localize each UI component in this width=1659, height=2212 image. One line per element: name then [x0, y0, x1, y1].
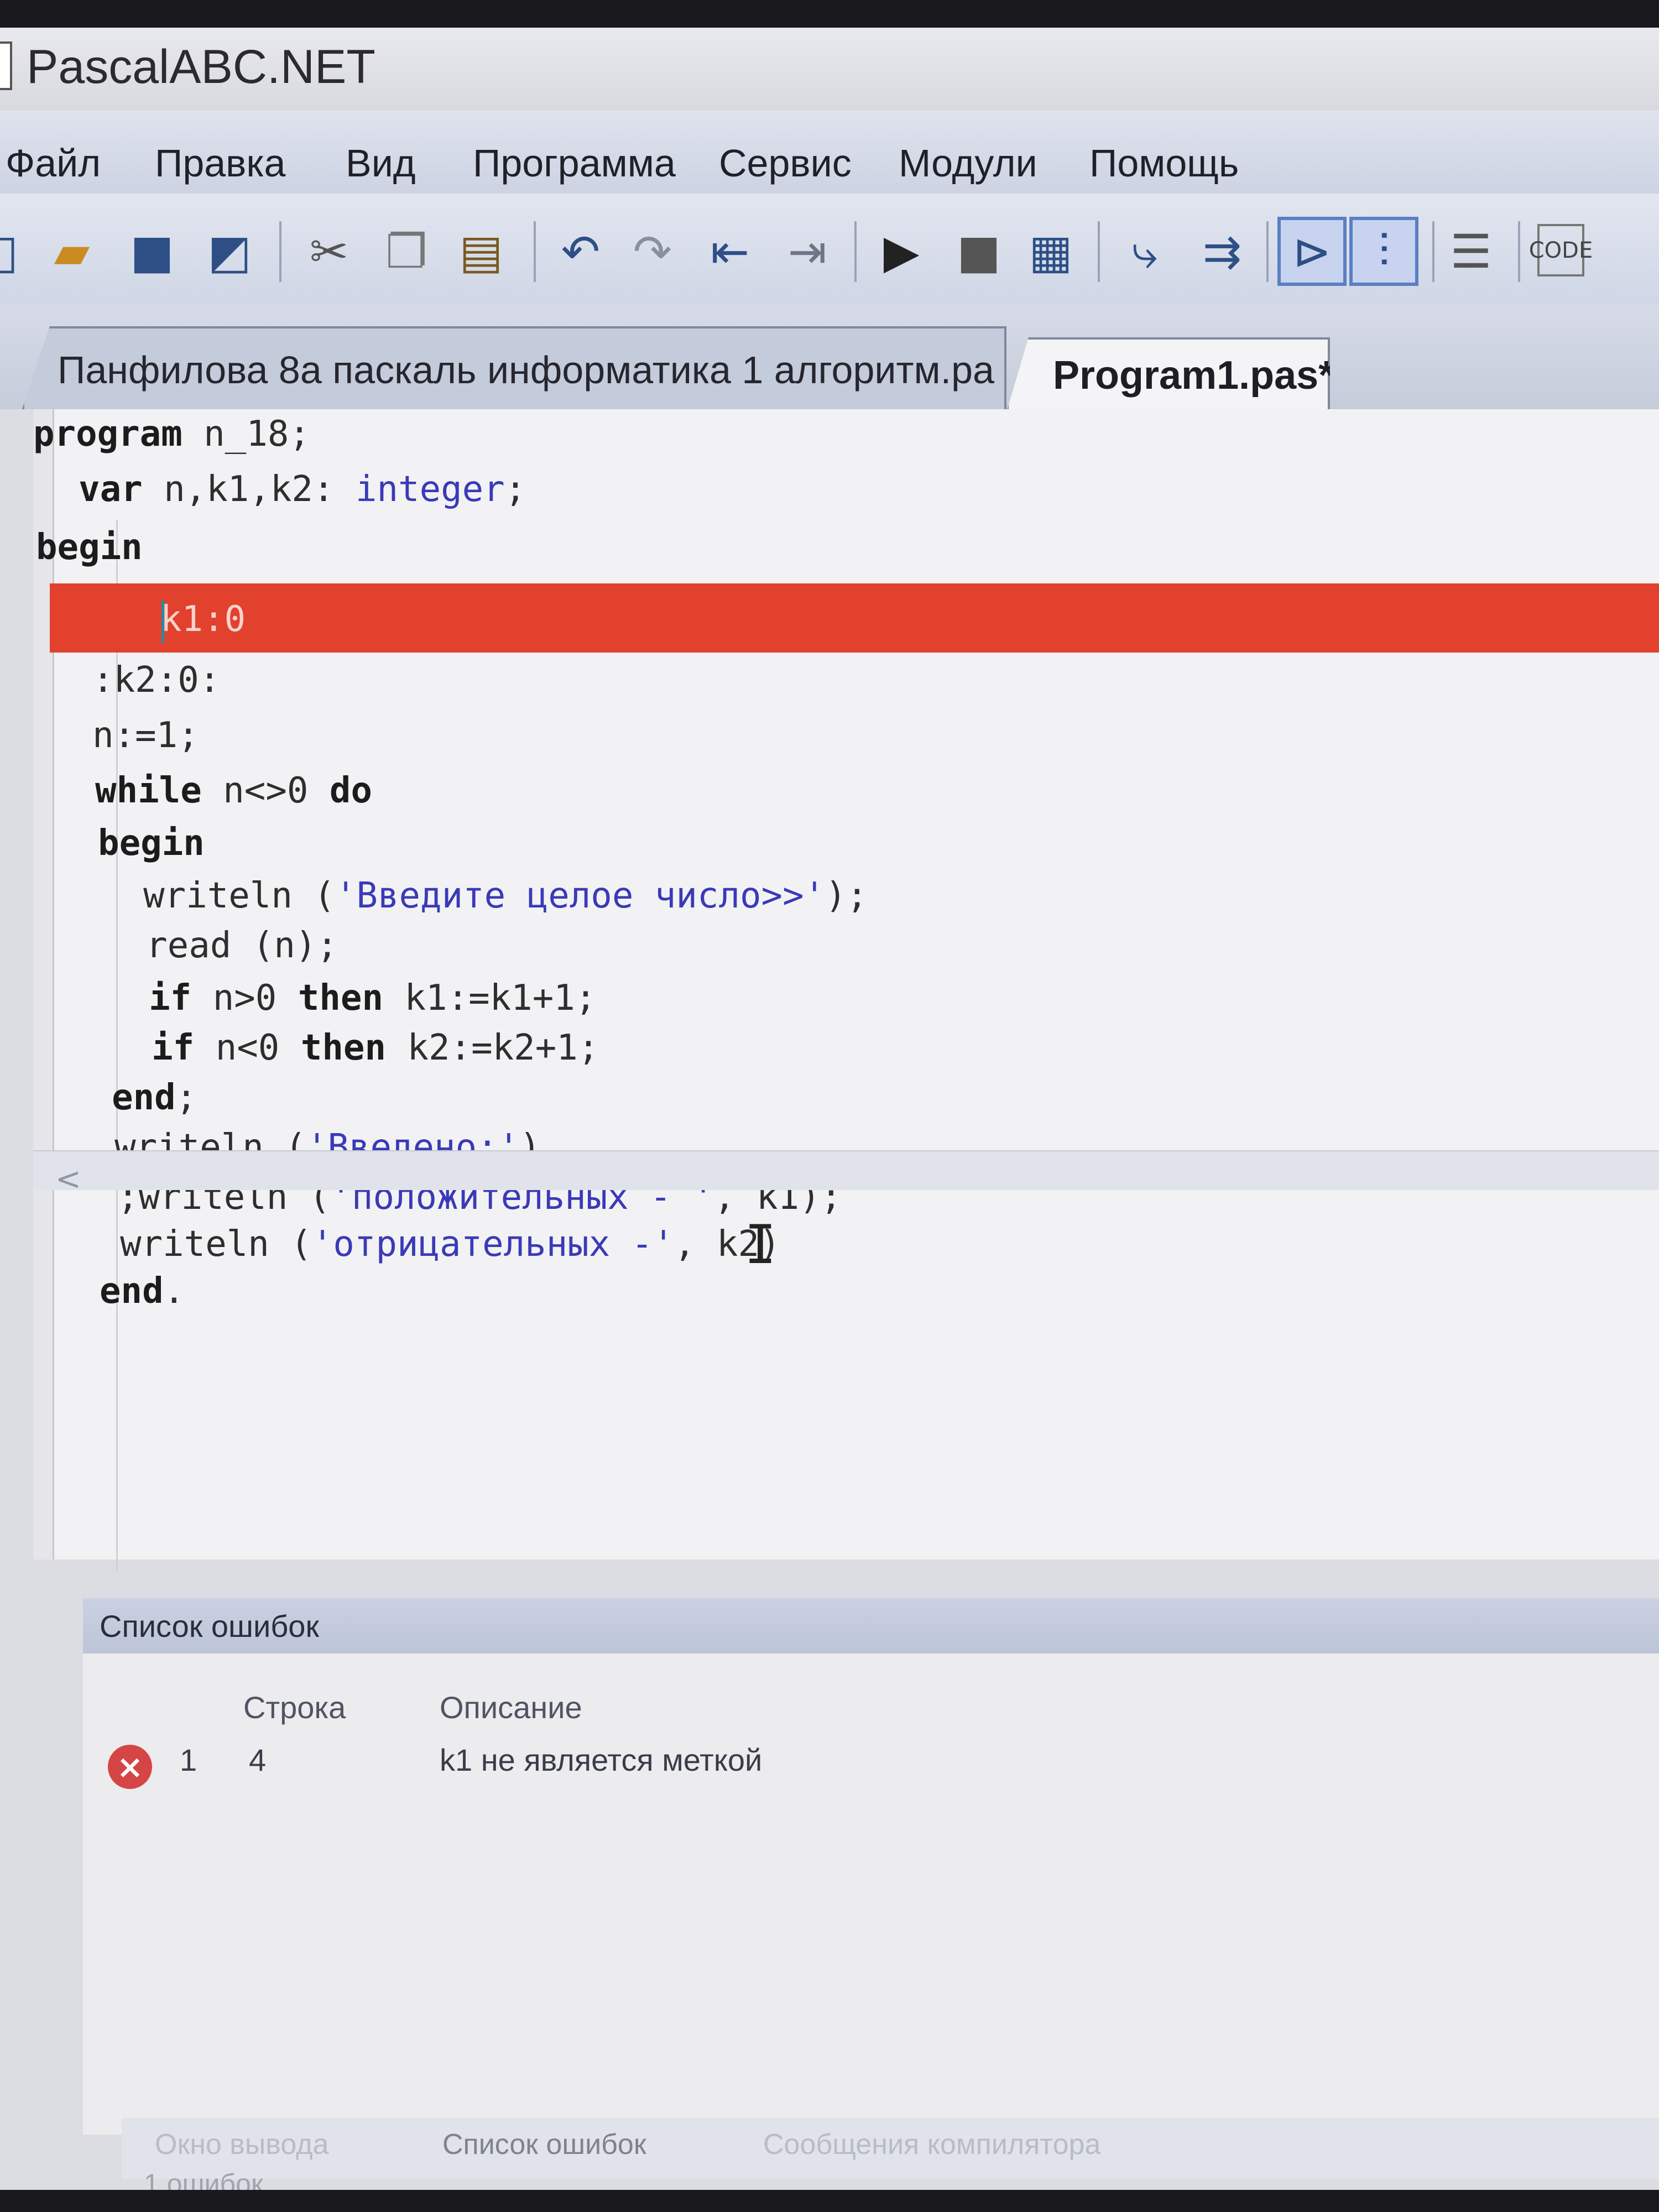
open-folder-icon[interactable]: ▰	[44, 224, 100, 279]
paste-icon[interactable]: ▤	[453, 224, 509, 279]
code-line: writeln ('Введите целое число>>');	[58, 875, 868, 916]
redo-icon[interactable]: ↷	[625, 224, 680, 279]
error-line-highlight: k1:0	[50, 583, 1659, 653]
app-window: PascalABC.NET Файл Правка Вид Программа …	[0, 28, 1659, 2190]
step-over-icon[interactable]: ⇉	[1194, 224, 1250, 279]
menu-help[interactable]: Помощь	[1089, 141, 1239, 185]
error-list-toggle-icon[interactable]: ⫶	[1349, 217, 1418, 286]
status-bar-text: 1 ошибок	[144, 2168, 263, 2190]
horizontal-scrollbar[interactable]	[33, 1150, 1659, 1190]
output-window-toggle-icon[interactable]: ⊳	[1277, 217, 1347, 286]
toolbar-separator	[279, 221, 281, 282]
compile-icon[interactable]: ▦	[1023, 224, 1078, 279]
stop-icon[interactable]: ■	[951, 224, 1006, 279]
code-line: if n<0 then k2:=k2+1;	[152, 1027, 599, 1068]
menu-service[interactable]: Сервис	[719, 141, 852, 185]
column-header-line[interactable]: Строка	[243, 1689, 346, 1725]
toolbar-separator	[1098, 221, 1100, 282]
column-header-description[interactable]: Описание	[440, 1689, 582, 1725]
code-line-error: k1:0	[160, 599, 246, 640]
format-code-icon[interactable]: ☰	[1443, 224, 1499, 279]
menu-program[interactable]: Программа	[473, 141, 676, 185]
code-line: read (n);	[61, 925, 338, 966]
error-icon: ×	[108, 1745, 152, 1789]
new-file-icon[interactable]: ▯	[0, 224, 33, 279]
code-line: if n>0 then k1:=k1+1;	[149, 978, 597, 1019]
indent-left-icon[interactable]: ⇤	[702, 224, 758, 279]
menu-edit[interactable]: Правка	[155, 141, 285, 185]
window-title: PascalABC.NET	[27, 40, 375, 93]
tab-program1[interactable]: Program1.pas*	[1006, 337, 1330, 412]
monitor-bezel-top	[0, 0, 1659, 28]
error-list-header: Список ошибок	[83, 1598, 1659, 1653]
menu-view[interactable]: Вид	[346, 141, 416, 185]
copy-icon[interactable]: ❐	[379, 224, 434, 279]
code-line: var n,k1,k2: integer;	[79, 469, 526, 510]
save-all-icon[interactable]: ◩	[202, 224, 257, 279]
toolbar: ▯ ▰ ■ ◩ ✂ ❐ ▤ ↶ ↷ ⇤ ⇥ ▶ ■ ▦ ⤷ ⇉ ⊳ ⫶ ☰ CO…	[0, 194, 1659, 304]
code-line: n:=1;	[50, 715, 199, 756]
code-line: writeln ('отрицательных -', k2)	[77, 1224, 781, 1265]
text-cursor	[161, 600, 164, 643]
code-templates-icon[interactable]: CODE	[1529, 224, 1593, 276]
cut-icon[interactable]: ✂	[301, 224, 357, 279]
code-line: begin	[36, 527, 143, 568]
error-number[interactable]: 1	[180, 1742, 197, 1778]
indent-right-icon[interactable]: ⇥	[780, 224, 835, 279]
title-bar: PascalABC.NET	[0, 28, 1659, 111]
save-icon[interactable]: ■	[124, 224, 180, 279]
code-line: :k2:0:	[50, 660, 221, 701]
toolbar-separator	[854, 221, 857, 282]
tab-output-window[interactable]: Окно вывода	[155, 2128, 328, 2161]
error-list: Строка Описание × 1 4 k1 не является мет…	[83, 1653, 1659, 2135]
error-description[interactable]: k1 не является меткой	[440, 1742, 762, 1778]
editor-tabs: Панфилова 8а паскаль информатика 1 алгор…	[0, 304, 1659, 412]
menu-bar: Файл Правка Вид Программа Сервис Модули …	[0, 111, 1659, 194]
toolbar-separator	[1432, 221, 1434, 282]
bottom-panel-tabs: Окно вывода Список ошибок Сообщения комп…	[122, 2118, 1659, 2179]
scroll-left-icon[interactable]: <	[55, 1161, 81, 1197]
code-line: while n<>0 do	[95, 770, 372, 811]
code-line: program n_18;	[33, 414, 310, 455]
tab-compiler-messages[interactable]: Сообщения компилятора	[763, 2128, 1100, 2161]
app-icon	[0, 41, 12, 90]
code-line: end.	[100, 1271, 185, 1312]
menu-file[interactable]: Файл	[6, 141, 101, 185]
error-line-number[interactable]: 4	[249, 1742, 266, 1778]
menu-modules[interactable]: Модули	[899, 141, 1037, 185]
error-list-title: Список ошибок	[100, 1609, 319, 1644]
toolbar-separator	[1518, 221, 1520, 282]
tab-error-list[interactable]: Список ошибок	[442, 2128, 646, 2161]
code-editor[interactable]: program n_18; var n,k1,k2: integer; begi…	[33, 409, 1659, 1571]
toolbar-separator	[1266, 221, 1269, 282]
code-line: end;	[112, 1077, 197, 1118]
undo-icon[interactable]: ↶	[553, 224, 608, 279]
tab-panfilova-file[interactable]: Панфилова 8а паскаль информатика 1 алгор…	[22, 326, 1006, 409]
run-icon[interactable]: ▶	[874, 224, 929, 279]
mouse-ibeam-cursor: I	[744, 1214, 776, 1276]
toolbar-separator	[534, 221, 536, 282]
monitor-bezel-bottom	[0, 2190, 1659, 2212]
step-into-icon[interactable]: ⤷	[1117, 224, 1172, 279]
editor-gutter	[33, 409, 54, 1559]
code-line: begin	[98, 823, 205, 864]
